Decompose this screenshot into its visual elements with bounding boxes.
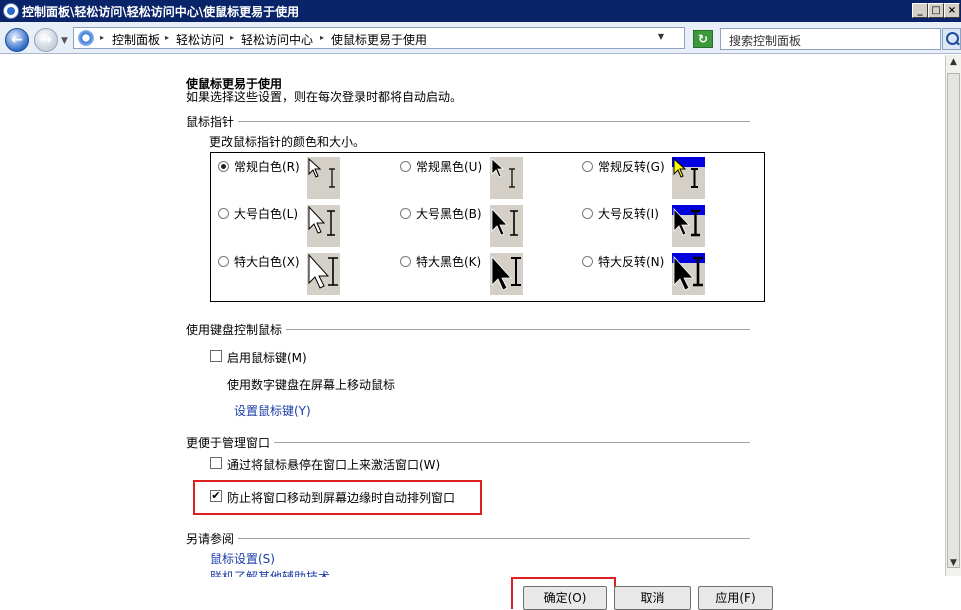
chevron-right-icon[interactable]: ▸ xyxy=(165,33,169,42)
window-title: 控制面板\轻松访问\轻松访问中心\使鼠标更易于使用 xyxy=(22,5,300,19)
maximize-button[interactable]: □ xyxy=(928,3,944,18)
mousekeys-checkbox[interactable] xyxy=(210,350,222,362)
cursor-preview-extra-large-black xyxy=(490,253,523,295)
ok-button[interactable]: 确定(O) xyxy=(523,586,607,610)
radio-extra-large-inverted[interactable] xyxy=(582,256,593,267)
hover-activate-checkbox[interactable] xyxy=(210,457,222,469)
option-label[interactable]: 特大反转(N) xyxy=(598,253,664,270)
vertical-scrollbar[interactable]: ▲ ▼ xyxy=(945,55,961,576)
prevent-snap-checkbox[interactable]: ✔ xyxy=(210,490,222,502)
search-placeholder: 搜索控制面板 xyxy=(729,34,802,48)
back-button[interactable]: ← xyxy=(5,28,29,52)
chevron-right-icon[interactable]: ▸ xyxy=(320,33,324,42)
cancel-button[interactable]: 取消 xyxy=(614,586,691,610)
chevron-right-icon[interactable]: ▸ xyxy=(100,33,104,42)
cursor-preview-large-white xyxy=(307,205,340,247)
cursor-preview-regular-black xyxy=(490,157,523,199)
radio-large-white[interactable] xyxy=(218,208,229,219)
control-panel-icon xyxy=(3,3,19,19)
radio-large-inverted[interactable] xyxy=(582,208,593,219)
option-label[interactable]: 大号反转(I) xyxy=(598,205,659,222)
chevron-down-icon[interactable]: ▼ xyxy=(658,32,664,41)
page-subtitle: 如果选择这些设置，则在每次登录时都将自动启动。 xyxy=(186,90,463,104)
radio-regular-white[interactable] xyxy=(218,161,229,172)
section-header: 使用键盘控制鼠标 xyxy=(186,321,287,338)
prevent-snap-label[interactable]: 防止将窗口移动到屏幕边缘时自动排列窗口 xyxy=(227,489,455,506)
cursor-preview-large-inverted xyxy=(672,205,705,247)
pointer-description: 更改鼠标指针的颜色和大小。 xyxy=(209,135,366,149)
breadcrumb-control-panel[interactable]: 控制面板 xyxy=(112,31,160,48)
scroll-thumb[interactable] xyxy=(947,73,960,568)
refresh-button[interactable]: ↻ xyxy=(693,30,713,48)
option-label[interactable]: 大号黑色(B) xyxy=(416,205,482,222)
mouse-settings-link[interactable]: 鼠标设置(S) xyxy=(210,550,275,567)
search-input[interactable]: 搜索控制面板 xyxy=(720,28,941,50)
address-bar[interactable]: ▸ 控制面板 ▸ 轻松访问 ▸ 轻松访问中心 ▸ 使鼠标更易于使用 ▼ xyxy=(73,27,685,49)
mousekeys-description: 使用数字键盘在屏幕上移动鼠标 xyxy=(227,378,396,392)
radio-large-black[interactable] xyxy=(400,208,411,219)
section-mouse-pointers: 鼠标指针 xyxy=(186,113,750,130)
breadcrumb-ease-of-access[interactable]: 轻松访问 xyxy=(176,31,224,48)
section-window-management: 更便于管理窗口 xyxy=(186,434,750,451)
title-bar: 控制面板\轻松访问\轻松访问中心\使鼠标更易于使用 _ □ × xyxy=(0,0,961,22)
section-see-also: 另请参阅 xyxy=(186,530,750,547)
cursor-preview-regular-inverted xyxy=(672,157,705,199)
option-label[interactable]: 大号白色(L) xyxy=(234,205,298,222)
cursor-preview-large-black xyxy=(490,205,523,247)
radio-extra-large-black[interactable] xyxy=(400,256,411,267)
cursor-preview-extra-large-inverted xyxy=(672,253,705,295)
option-label[interactable]: 特大白色(X) xyxy=(234,253,300,270)
mousekeys-label[interactable]: 启用鼠标键(M) xyxy=(227,349,307,366)
pointer-scheme-group: 常规白色(R) 常规黑色(U) 常规反转(G) 大号白色(L) 大号黑色(B) … xyxy=(210,152,765,302)
main-content: 使鼠标更易于使用 如果选择这些设置，则在每次登录时都将自动启动。 鼠标指针 更改… xyxy=(0,55,945,610)
breadcrumb-current-page[interactable]: 使鼠标更易于使用 xyxy=(331,31,427,48)
navigation-bar: ← → ▼ ▸ 控制面板 ▸ 轻松访问 ▸ 轻松访问中心 ▸ 使鼠标更易于使用 … xyxy=(0,22,961,54)
chevron-right-icon[interactable]: ▸ xyxy=(230,33,234,42)
forward-button[interactable]: → xyxy=(34,28,58,52)
minimize-button[interactable]: _ xyxy=(912,3,928,18)
option-label[interactable]: 常规黑色(U) xyxy=(416,158,482,175)
cursor-preview-extra-large-white xyxy=(307,253,340,295)
radio-regular-inverted[interactable] xyxy=(582,161,593,172)
breadcrumb-ease-of-access-center[interactable]: 轻松访问中心 xyxy=(241,31,313,48)
online-assistive-tech-link[interactable]: 联机了解其他辅助技术 xyxy=(210,568,330,577)
close-button[interactable]: × xyxy=(944,3,960,18)
scroll-up-icon[interactable]: ▲ xyxy=(946,57,961,73)
hover-activate-label[interactable]: 通过将鼠标悬停在窗口上来激活窗口(W) xyxy=(227,456,440,473)
section-header: 鼠标指针 xyxy=(186,113,239,130)
section-header: 更便于管理窗口 xyxy=(186,434,275,451)
option-label[interactable]: 常规白色(R) xyxy=(234,158,300,175)
radio-extra-large-white[interactable] xyxy=(218,256,229,267)
section-header: 另请参阅 xyxy=(186,530,239,547)
control-panel-icon xyxy=(78,30,94,46)
setup-mousekeys-link[interactable]: 设置鼠标键(Y) xyxy=(234,402,311,419)
radio-regular-black[interactable] xyxy=(400,161,411,172)
recent-pages-dropdown[interactable]: ▼ xyxy=(61,36,68,46)
search-icon[interactable] xyxy=(942,28,961,50)
cursor-preview-regular-white xyxy=(307,157,340,199)
apply-button[interactable]: 应用(F) xyxy=(698,586,773,610)
scroll-down-icon[interactable]: ▼ xyxy=(946,558,961,574)
option-label[interactable]: 特大黑色(K) xyxy=(416,253,481,270)
option-label[interactable]: 常规反转(G) xyxy=(598,158,665,175)
section-keyboard-mouse: 使用键盘控制鼠标 xyxy=(186,321,750,338)
